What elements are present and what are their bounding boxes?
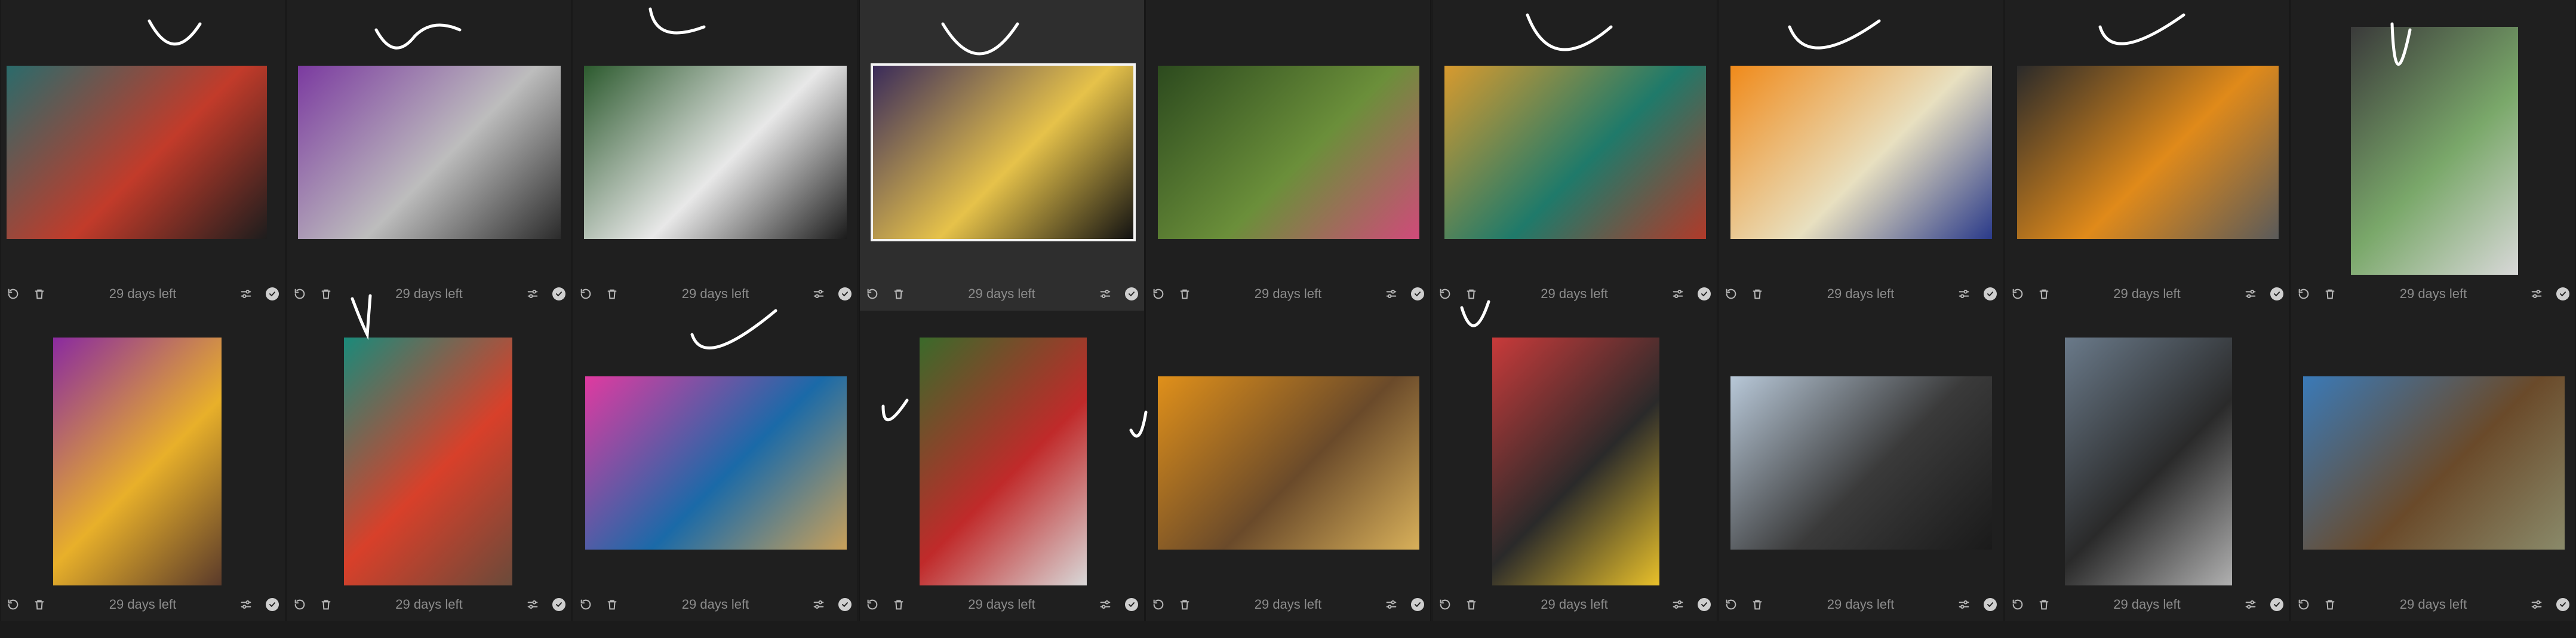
photo-action-bar: 29 days left bbox=[860, 278, 1144, 309]
checkmark-circle-icon[interactable] bbox=[265, 597, 280, 612]
photo-thumbnail[interactable] bbox=[2016, 66, 2279, 239]
checkmark-circle-icon[interactable] bbox=[1124, 286, 1139, 302]
checkmark-circle-icon[interactable] bbox=[551, 286, 567, 302]
photo-action-bar: 29 days left bbox=[1433, 589, 1717, 620]
photo-cell[interactable]: 29 days left bbox=[1431, 311, 1717, 621]
checkmark-circle-icon[interactable] bbox=[2555, 286, 2571, 302]
photo-thumbnail[interactable] bbox=[297, 66, 561, 239]
sliders-icon[interactable] bbox=[525, 286, 540, 302]
photo-cell[interactable]: 29 days left bbox=[286, 311, 572, 621]
sliders-icon[interactable] bbox=[1098, 286, 1113, 302]
sliders-icon[interactable] bbox=[238, 597, 254, 612]
checkmark-circle-icon[interactable] bbox=[1124, 597, 1139, 612]
photo-action-bar: 29 days left bbox=[860, 589, 1144, 620]
photo-thumbnail[interactable] bbox=[919, 338, 1087, 585]
photo-cell[interactable]: 29 days left bbox=[1718, 311, 2003, 621]
sliders-icon[interactable] bbox=[811, 597, 826, 612]
sliders-icon[interactable] bbox=[1670, 597, 1686, 612]
photo-action-bar: 29 days left bbox=[2005, 278, 2289, 309]
photo-action-bar: 29 days left bbox=[1433, 278, 1717, 309]
photo-thumbnail[interactable] bbox=[2064, 338, 2232, 585]
photo-action-bar: 29 days left bbox=[1, 278, 285, 309]
photo-cell[interactable]: 29 days left bbox=[1145, 0, 1431, 311]
checkmark-circle-icon[interactable] bbox=[1982, 597, 1998, 612]
sliders-icon[interactable] bbox=[1956, 286, 1972, 302]
photo-grid: 29 days left 29 days left 29 days left 29 d… bbox=[0, 0, 2576, 638]
photo-action-bar: 29 days left bbox=[1719, 589, 2003, 620]
sliders-icon[interactable] bbox=[1098, 597, 1113, 612]
checkmark-circle-icon[interactable] bbox=[837, 286, 853, 302]
sliders-icon[interactable] bbox=[525, 597, 540, 612]
photo-cell[interactable]: 29 days left bbox=[1431, 0, 1717, 311]
photo-cell[interactable]: 29 days left bbox=[0, 0, 285, 311]
photo-thumbnail[interactable] bbox=[7, 66, 267, 239]
photo-thumbnail[interactable] bbox=[2351, 27, 2518, 275]
photo-cell[interactable]: 29 days left bbox=[859, 311, 1145, 621]
photo-cell[interactable]: 29 days left bbox=[0, 311, 285, 621]
photo-thumbnail[interactable] bbox=[1730, 66, 1992, 239]
photo-action-bar: 29 days left bbox=[287, 278, 571, 309]
sliders-icon[interactable] bbox=[2243, 286, 2258, 302]
checkmark-circle-icon[interactable] bbox=[2555, 597, 2571, 612]
sliders-icon[interactable] bbox=[1670, 286, 1686, 302]
sliders-icon[interactable] bbox=[1384, 286, 1399, 302]
photo-cell[interactable]: 29 days left bbox=[573, 0, 858, 311]
photo-action-bar: 29 days left bbox=[2291, 278, 2575, 309]
photo-cell[interactable]: 29 days left bbox=[1145, 311, 1431, 621]
photo-thumbnail[interactable] bbox=[1444, 66, 1706, 239]
photo-thumbnail[interactable] bbox=[343, 338, 512, 585]
sliders-icon[interactable] bbox=[1956, 597, 1972, 612]
photo-cell[interactable]: 29 days left bbox=[286, 0, 572, 311]
photo-action-bar: 29 days left bbox=[573, 278, 857, 309]
photo-action-bar: 29 days left bbox=[573, 589, 857, 620]
checkmark-circle-icon[interactable] bbox=[551, 597, 567, 612]
sliders-icon[interactable] bbox=[2529, 597, 2544, 612]
checkmark-circle-icon[interactable] bbox=[2269, 286, 2285, 302]
photo-action-bar: 29 days left bbox=[1, 589, 285, 620]
photo-thumbnail[interactable] bbox=[585, 376, 847, 550]
checkmark-circle-icon[interactable] bbox=[1410, 286, 1425, 302]
checkmark-circle-icon[interactable] bbox=[2269, 597, 2285, 612]
photo-thumbnail[interactable] bbox=[1730, 376, 1992, 550]
photo-thumbnail[interactable] bbox=[584, 66, 847, 239]
photo-thumbnail[interactable] bbox=[2303, 376, 2565, 550]
photo-action-bar: 29 days left bbox=[2291, 589, 2575, 620]
photo-cell[interactable]: 29 days left bbox=[2291, 311, 2576, 621]
photo-action-bar: 29 days left bbox=[1146, 589, 1430, 620]
photo-action-bar: 29 days left bbox=[2005, 589, 2289, 620]
photo-thumbnail[interactable] bbox=[870, 63, 1136, 241]
photo-cell[interactable]: 29 days left bbox=[573, 311, 858, 621]
sliders-icon[interactable] bbox=[2529, 286, 2544, 302]
checkmark-circle-icon[interactable] bbox=[837, 597, 853, 612]
photo-thumbnail[interactable] bbox=[1158, 376, 1419, 550]
sliders-icon[interactable] bbox=[811, 286, 826, 302]
photo-action-bar: 29 days left bbox=[287, 589, 571, 620]
photo-thumbnail[interactable] bbox=[53, 338, 222, 585]
checkmark-circle-icon[interactable] bbox=[1696, 286, 1712, 302]
photo-cell[interactable]: 29 days left bbox=[2004, 311, 2290, 621]
checkmark-circle-icon[interactable] bbox=[265, 286, 280, 302]
photo-thumbnail[interactable] bbox=[1492, 338, 1659, 585]
photo-cell[interactable]: 29 days left bbox=[1718, 0, 2003, 311]
photo-cell[interactable]: 29 days left bbox=[2291, 0, 2576, 311]
photo-action-bar: 29 days left bbox=[1719, 278, 2003, 309]
photo-thumbnail[interactable] bbox=[1158, 66, 1419, 239]
photo-cell[interactable]: 29 days left bbox=[2004, 0, 2290, 311]
sliders-icon[interactable] bbox=[238, 286, 254, 302]
sliders-icon[interactable] bbox=[2243, 597, 2258, 612]
sliders-icon[interactable] bbox=[1384, 597, 1399, 612]
checkmark-circle-icon[interactable] bbox=[1696, 597, 1712, 612]
photo-action-bar: 29 days left bbox=[1146, 278, 1430, 309]
photo-cell[interactable]: 29 days left bbox=[859, 0, 1145, 311]
checkmark-circle-icon[interactable] bbox=[1982, 286, 1998, 302]
checkmark-circle-icon[interactable] bbox=[1410, 597, 1425, 612]
